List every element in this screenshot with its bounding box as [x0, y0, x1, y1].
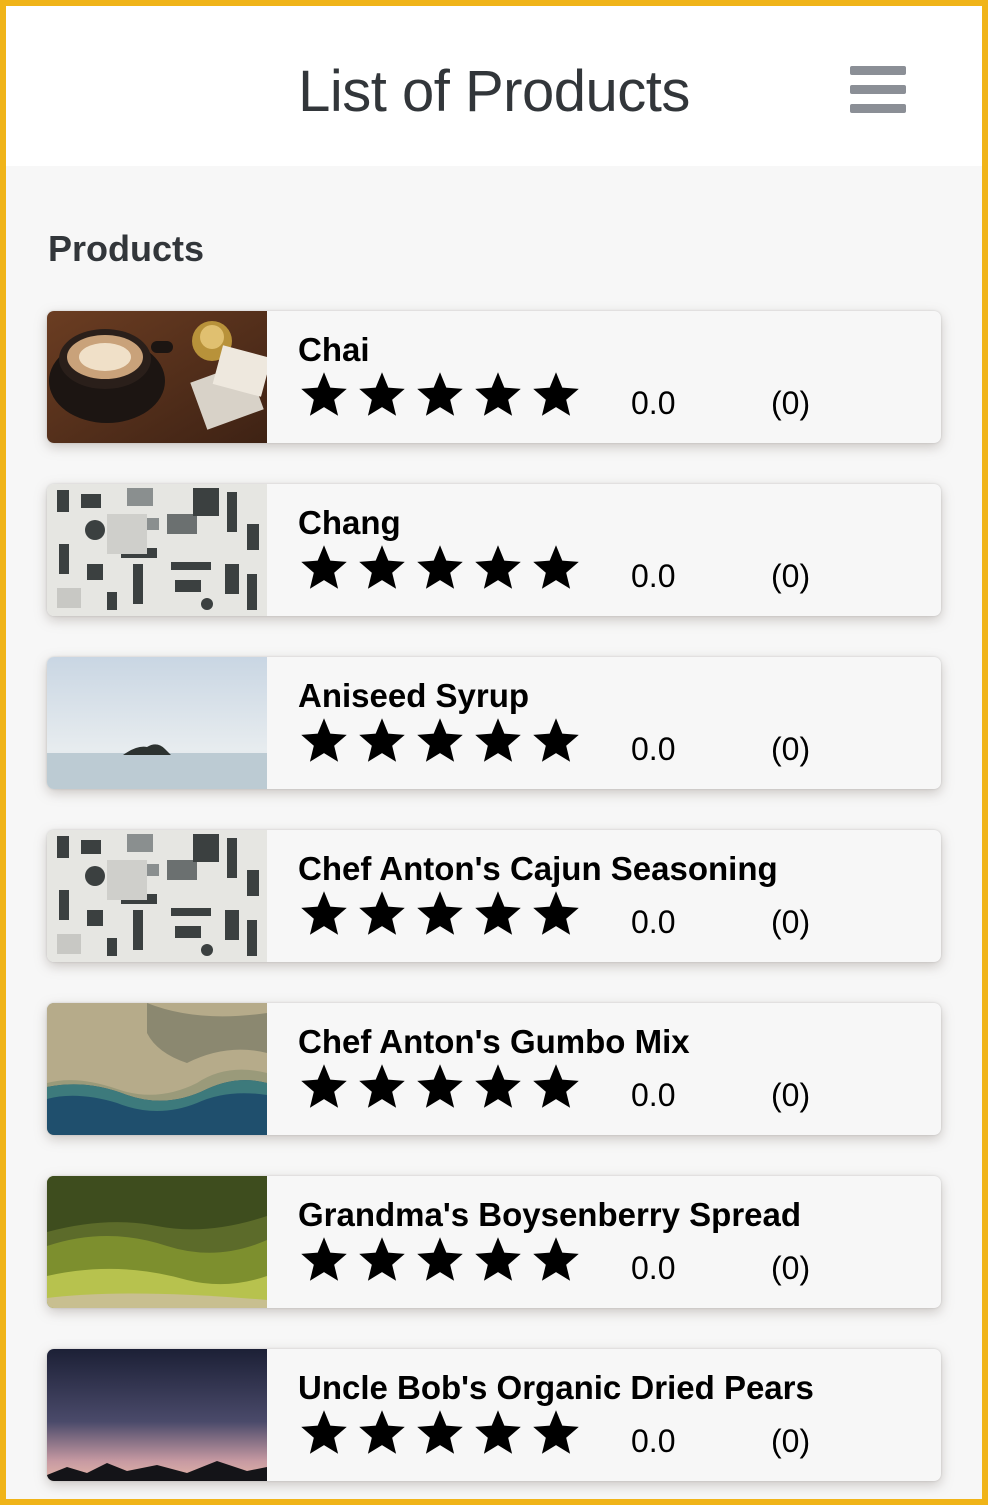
star-icon	[530, 542, 582, 594]
product-name: Chef Anton's Gumbo Mix	[298, 1023, 690, 1060]
star-icon	[298, 1234, 350, 1286]
star-icon	[530, 1234, 582, 1286]
star-icon	[356, 888, 408, 940]
rating-stars	[298, 1061, 588, 1113]
product-list-item[interactable]: Uncle Bob's Organic Dried Pears 0.0 (0)	[47, 1349, 941, 1481]
rating-value: 0.0	[631, 1077, 676, 1113]
rating-stars	[298, 542, 588, 594]
star-icon	[472, 1234, 524, 1286]
rating-count: (0)	[771, 1250, 811, 1286]
rating-stars	[298, 715, 588, 767]
product-thumbnail	[47, 830, 267, 962]
star-icon	[472, 715, 524, 767]
star-icon	[298, 1407, 350, 1459]
product-thumbnail	[47, 484, 267, 616]
star-icon	[356, 369, 408, 421]
star-icon	[472, 888, 524, 940]
star-icon	[414, 1234, 466, 1286]
star-icon	[298, 542, 350, 594]
product-name: Grandma's Boysenberry Spread	[298, 1196, 802, 1233]
star-icon	[356, 1061, 408, 1113]
star-icon	[414, 1061, 466, 1113]
product-list-item[interactable]: Aniseed Syrup 0.0 (0)	[47, 657, 941, 789]
product-list-item[interactable]: Chef Anton's Gumbo Mix 0.0 (0)	[47, 1003, 941, 1135]
star-icon	[414, 1407, 466, 1459]
star-icon	[356, 542, 408, 594]
section-title: Products	[48, 228, 205, 269]
star-icon	[530, 369, 582, 421]
product-name: Aniseed Syrup	[298, 677, 530, 714]
star-icon	[414, 542, 466, 594]
rating-value: 0.0	[631, 385, 676, 421]
rating-value: 0.0	[631, 1423, 676, 1459]
star-icon	[472, 369, 524, 421]
star-icon	[472, 1407, 524, 1459]
product-thumbnail	[47, 1003, 267, 1135]
rating-stars	[298, 1234, 588, 1286]
star-icon	[356, 715, 408, 767]
rating-value: 0.0	[631, 731, 676, 767]
star-icon	[472, 1061, 524, 1113]
rating-count: (0)	[771, 731, 811, 767]
app-frame: List of Products Products Chai 0.0 (0) C…	[0, 0, 988, 1505]
product-list-item[interactable]: Chang 0.0 (0)	[47, 484, 941, 616]
star-icon	[298, 888, 350, 940]
star-icon	[356, 1407, 408, 1459]
rating-stars	[298, 369, 588, 421]
star-icon	[530, 1407, 582, 1459]
star-icon	[414, 715, 466, 767]
product-thumbnail	[47, 1349, 267, 1481]
product-thumbnail	[47, 1176, 267, 1308]
hamburger-menu-icon[interactable]	[842, 60, 908, 118]
rating-stars	[298, 888, 588, 940]
product-list-item[interactable]: Chef Anton's Cajun Seasoning 0.0 (0)	[47, 830, 941, 962]
app-header: List of Products	[6, 6, 982, 166]
rating-count: (0)	[771, 558, 811, 594]
product-name: Uncle Bob's Organic Dried Pears	[298, 1369, 814, 1406]
rating-count: (0)	[771, 385, 811, 421]
rating-count: (0)	[771, 1077, 811, 1113]
page-title: List of Products	[298, 59, 690, 124]
star-icon	[414, 888, 466, 940]
rating-value: 0.0	[631, 904, 676, 940]
product-thumbnail	[47, 311, 272, 443]
star-icon	[414, 369, 466, 421]
rating-value: 0.0	[631, 558, 676, 594]
star-icon	[356, 1234, 408, 1286]
product-list: Chai 0.0 (0) Chang 0.0 (0) Aniseed Syrup 0.0 (…	[47, 311, 943, 1499]
product-name: Chai	[298, 331, 370, 368]
rating-count: (0)	[771, 904, 811, 940]
rating-count: (0)	[771, 1423, 811, 1459]
rating-stars	[298, 1407, 588, 1459]
star-icon	[298, 369, 350, 421]
star-icon	[530, 888, 582, 940]
product-list-item[interactable]: Grandma's Boysenberry Spread 0.0 (0)	[47, 1176, 941, 1308]
star-icon	[530, 715, 582, 767]
star-icon	[298, 715, 350, 767]
product-name: Chang	[298, 504, 401, 541]
product-thumbnail	[47, 657, 267, 789]
rating-value: 0.0	[631, 1250, 676, 1286]
star-icon	[472, 542, 524, 594]
product-list-item[interactable]: Chai 0.0 (0)	[47, 311, 941, 443]
star-icon	[530, 1061, 582, 1113]
product-name: Chef Anton's Cajun Seasoning	[298, 850, 778, 887]
star-icon	[298, 1061, 350, 1113]
